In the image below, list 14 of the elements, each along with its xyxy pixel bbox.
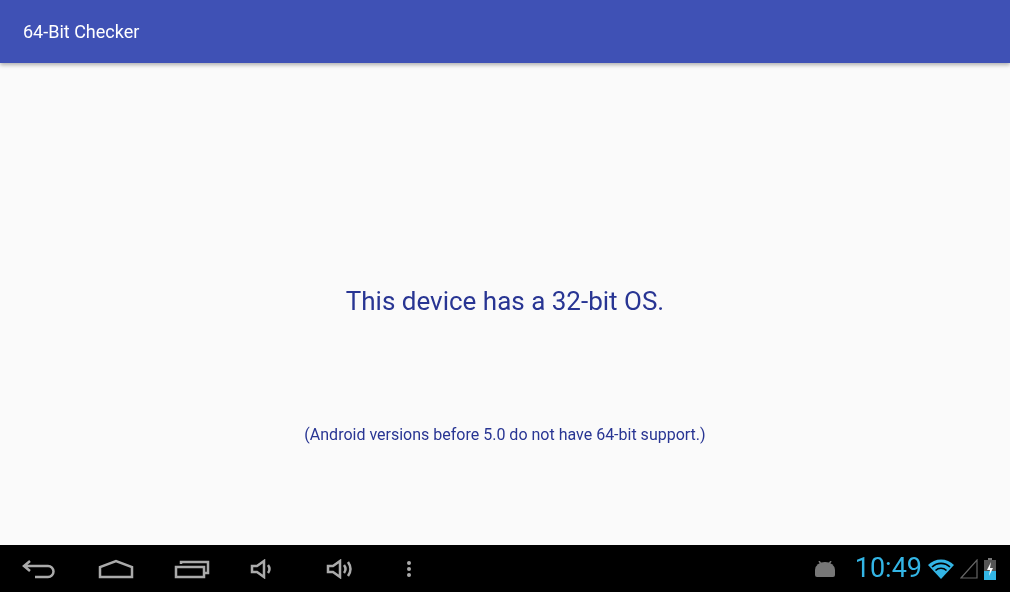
- app-title: 64-Bit Checker: [23, 21, 140, 42]
- volume-down-icon[interactable]: [250, 558, 274, 579]
- wifi-icon: [928, 558, 954, 579]
- android-icon: [812, 560, 837, 577]
- recent-apps-icon[interactable]: [174, 558, 210, 579]
- back-icon[interactable]: [22, 558, 56, 579]
- signal-icon: [960, 558, 978, 579]
- version-note: (Android versions before 5.0 do not have 64-bit support.): [304, 425, 706, 444]
- clock: 10:49: [854, 555, 922, 582]
- volume-up-icon[interactable]: [326, 558, 354, 579]
- result-message: This device has a 32-bit OS.: [345, 286, 665, 316]
- menu-icon[interactable]: [406, 559, 412, 578]
- home-icon[interactable]: [98, 558, 134, 579]
- battery-charging-icon: [984, 557, 996, 580]
